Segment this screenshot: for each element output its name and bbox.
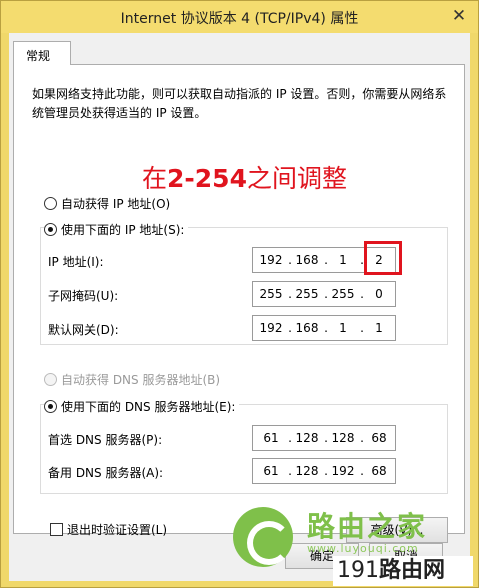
gw-octet-1: 192: [259, 321, 283, 335]
validate-checkbox[interactable]: [50, 523, 63, 536]
pdns-octet-3: 128: [331, 431, 355, 445]
dns-auto-label: 自动获得 DNS 服务器地址(B): [61, 373, 221, 387]
ip-manual-label: 使用下面的 IP 地址(S):: [61, 223, 185, 237]
gateway-label: 默认网关(D):: [48, 323, 119, 337]
mask-octet-3: 255: [331, 287, 355, 301]
ip-auto-radio[interactable]: [44, 197, 57, 210]
tab-general[interactable]: 常规: [13, 41, 71, 65]
alternate-dns-label: 备用 DNS 服务器(A):: [48, 466, 164, 480]
ip-octet-1: 192: [259, 253, 283, 267]
adns-octet-3: 192: [331, 464, 355, 478]
ip-address-label: IP 地址(I):: [48, 255, 104, 269]
ip-octet-2: 168: [295, 253, 319, 267]
mask-octet-2: 255: [295, 287, 319, 301]
alternate-dns-input[interactable]: 61 . 128 . 192 . 68: [252, 458, 396, 484]
ip-auto-option[interactable]: 自动获得 IP 地址(O): [44, 195, 170, 212]
annotation-suffix: 之间调整: [246, 164, 347, 193]
gw-octet-4: 1: [375, 321, 383, 335]
subnet-mask-label: 子网掩码(U):: [48, 289, 119, 303]
window-title: Internet 协议版本 4 (TCP/IPv4) 属性: [120, 11, 359, 27]
preferred-dns-input[interactable]: 61 . 128 . 128 . 68: [252, 425, 396, 451]
watermark-logo-text: 路由之家: [307, 510, 428, 543]
adns-octet-2: 128: [295, 464, 319, 478]
validate-label: 退出时验证设置(L): [67, 523, 168, 537]
watermark-site-cjk: 路由网: [379, 558, 446, 583]
pdns-octet-4: 68: [371, 431, 387, 445]
gw-octet-2: 168: [295, 321, 319, 335]
dns-auto-radio[interactable]: [44, 373, 57, 386]
tcpip-properties-dialog: Internet 协议版本 4 (TCP/IPv4) 属性 ✕ 常规 如果网络支…: [0, 0, 479, 588]
dns-manual-radio[interactable]: [44, 400, 57, 413]
gw-octet-3: 1: [339, 321, 347, 335]
pdns-octet-2: 128: [295, 431, 319, 445]
watermark-logo-sub: www.luyouqi.com: [307, 542, 419, 555]
subnet-mask-input[interactable]: 255 . 255 . 255 . 0: [252, 281, 396, 307]
dns-manual-option[interactable]: 使用下面的 DNS 服务器地址(E):: [44, 398, 240, 415]
title-bar[interactable]: Internet 协议版本 4 (TCP/IPv4) 属性 ✕: [1, 1, 478, 33]
adns-octet-1: 61: [263, 464, 279, 478]
mask-octet-1: 255: [259, 287, 283, 301]
dns-manual-label: 使用下面的 DNS 服务器地址(E):: [61, 400, 236, 414]
annotation-text: 在2-254之间调整: [142, 159, 347, 195]
annotation-range: 2-254: [167, 164, 247, 193]
gateway-input[interactable]: 192 . 168 . 1 . 1: [252, 315, 396, 341]
watermark-site-num: 191: [337, 558, 379, 583]
watermark-site: 191路由网: [333, 556, 473, 586]
pdns-octet-1: 61: [263, 431, 279, 445]
adns-octet-4: 68: [371, 464, 387, 478]
annotation-prefix: 在: [142, 164, 168, 193]
general-panel: 如果网络支持此功能，则可以获取自动指派的 IP 设置。否则，你需要从网络系统管理…: [13, 64, 465, 543]
intro-text: 如果网络支持此功能，则可以获取自动指派的 IP 设置。否则，你需要从网络系统管理…: [32, 87, 447, 120]
ip-manual-radio[interactable]: [44, 223, 57, 236]
validate-option[interactable]: 退出时验证设置(L): [50, 521, 167, 538]
ip-auto-label: 自动获得 IP 地址(O): [61, 197, 171, 211]
annotation-highlight-box: [364, 241, 402, 275]
preferred-dns-label: 首选 DNS 服务器(P):: [48, 433, 163, 447]
dialog-client: 常规 如果网络支持此功能，则可以获取自动指派的 IP 设置。否则，你需要从网络系…: [9, 33, 470, 581]
luyou-logo-icon: [233, 507, 293, 567]
mask-octet-4: 0: [375, 287, 383, 301]
ip-octet-3: 1: [339, 253, 347, 267]
ip-manual-option[interactable]: 使用下面的 IP 地址(S):: [44, 221, 189, 238]
dns-auto-option[interactable]: 自动获得 DNS 服务器地址(B): [44, 371, 220, 388]
close-icon[interactable]: ✕: [448, 5, 470, 27]
